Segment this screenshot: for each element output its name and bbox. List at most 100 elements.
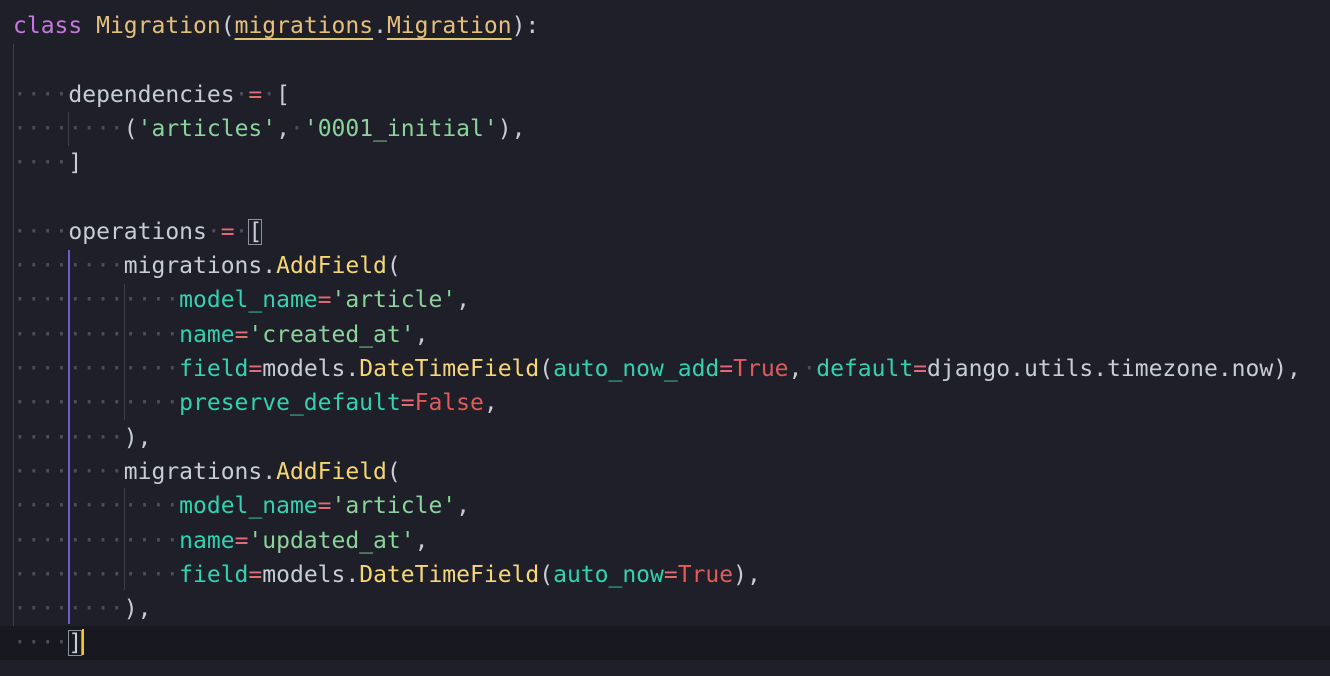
code-token: , xyxy=(456,493,470,520)
whitespace-marker: · xyxy=(289,115,304,142)
whitespace-marker: · xyxy=(234,81,249,108)
whitespace-marker: ···· xyxy=(13,218,69,245)
code-token: 'updated_at' xyxy=(248,527,415,554)
code-line[interactable]: ····operations·=·[ xyxy=(13,215,1330,249)
code-token: Migration xyxy=(96,13,221,39)
code-token: ( xyxy=(539,561,554,588)
whitespace-marker: ········ xyxy=(13,596,124,623)
code-token: 'articles' xyxy=(137,115,277,142)
code-token: ), xyxy=(733,561,761,588)
code-token: AddField xyxy=(276,253,387,280)
code-line[interactable]: ············name='updated_at', xyxy=(13,524,1330,558)
code-line[interactable]: ············model_name='article', xyxy=(13,489,1330,523)
whitespace-marker: · xyxy=(802,356,817,382)
code-token: ): xyxy=(511,13,540,39)
whitespace-marker: ············ xyxy=(13,561,180,588)
code-token: = xyxy=(317,493,332,520)
code-line[interactable]: ····] xyxy=(13,146,1330,180)
code-token: = xyxy=(400,390,415,417)
code-token: , xyxy=(788,356,803,382)
code-token: default xyxy=(816,356,914,382)
code-token: [ xyxy=(248,218,263,245)
code-line[interactable]: ············name='created_at', xyxy=(13,318,1330,352)
code-token: = xyxy=(248,81,263,108)
code-line[interactable]: ············model_name='article', xyxy=(13,283,1330,317)
code-token: = xyxy=(234,321,249,348)
code-token: ( xyxy=(386,458,401,485)
code-line[interactable]: ············preserve_default=False, xyxy=(13,386,1330,420)
code-token: 'created_at' xyxy=(248,321,415,348)
code-token: '0001_initial' xyxy=(303,115,498,142)
code-token: name xyxy=(179,527,235,554)
whitespace-marker: ···· xyxy=(13,150,69,177)
code-line[interactable]: ····] xyxy=(0,626,1330,661)
code-token: models. xyxy=(262,561,360,588)
code-token: field xyxy=(179,561,249,588)
whitespace-marker: ········ xyxy=(13,253,124,280)
whitespace-marker: · xyxy=(234,218,249,245)
code-token: [ xyxy=(276,81,290,108)
code-token: = xyxy=(663,561,678,588)
code-token: ( xyxy=(539,356,554,382)
whitespace-marker: ············ xyxy=(13,321,180,348)
code-token: model_name xyxy=(179,287,318,314)
code-token: . xyxy=(373,13,387,39)
code-token: operations xyxy=(68,218,207,245)
code-token: preserve_default xyxy=(179,390,401,417)
code-token: migrations. xyxy=(123,253,277,280)
code-token: False xyxy=(414,390,484,417)
code-token: name xyxy=(179,321,235,348)
code-token: = xyxy=(248,356,263,382)
whitespace-marker: ···· xyxy=(13,81,69,108)
code-token: ), xyxy=(123,596,152,623)
code-token: , xyxy=(456,287,470,314)
code-token: migrations xyxy=(234,13,374,39)
code-line[interactable]: ····dependencies·=·[ xyxy=(13,78,1330,112)
code-token: ] xyxy=(68,630,83,657)
code-token: ( xyxy=(386,253,401,280)
code-token: ), xyxy=(123,424,152,451)
whitespace-marker: ············ xyxy=(13,527,180,554)
code-token: DateTimeField xyxy=(359,356,540,382)
code-token: AddField xyxy=(276,458,387,485)
code-token: = xyxy=(248,561,263,588)
code-token: django.utils.timezone.now), xyxy=(927,356,1301,382)
text-caret xyxy=(82,629,85,656)
code-line[interactable] xyxy=(13,181,1330,215)
code-token: = xyxy=(719,356,734,382)
code-editor[interactable]: class Migration(migrations.Migration): ··… xyxy=(0,0,1330,676)
code-token: class xyxy=(13,13,83,39)
code-token: , xyxy=(414,321,429,348)
whitespace-marker: ············ xyxy=(13,493,180,520)
whitespace-marker: ········ xyxy=(13,458,124,485)
code-token: DateTimeField xyxy=(359,561,540,588)
code-line[interactable]: ········), xyxy=(13,421,1330,455)
code-token: ] xyxy=(68,150,83,177)
code-token: = xyxy=(220,218,235,245)
code-token: migrations. xyxy=(123,458,277,485)
code-token: , xyxy=(414,527,429,554)
code-token: True xyxy=(733,356,789,382)
code-line[interactable]: ············field=models.DateTimeField(a… xyxy=(13,558,1330,592)
code-token: , xyxy=(483,390,498,417)
whitespace-marker: ········ xyxy=(13,424,124,451)
code-token: ( xyxy=(123,115,138,142)
code-token: model_name xyxy=(179,493,318,520)
whitespace-marker: ············ xyxy=(13,390,180,417)
code-token: ( xyxy=(220,13,235,39)
code-line[interactable]: ············field=models.DateTimeField(a… xyxy=(13,352,1330,386)
code-line[interactable]: ········), xyxy=(13,592,1330,626)
whitespace-marker: · xyxy=(206,218,221,245)
code-line[interactable]: class Migration(migrations.Migration): xyxy=(13,9,1330,43)
code-line[interactable]: ········migrations.AddField( xyxy=(13,455,1330,489)
code-token: field xyxy=(179,356,249,382)
code-line[interactable]: ········migrations.AddField( xyxy=(13,249,1330,283)
whitespace-marker: · xyxy=(262,81,277,108)
code-token: 'article' xyxy=(331,287,457,314)
code-token: = xyxy=(234,527,249,554)
code-token: Migration xyxy=(386,13,512,39)
code-line[interactable] xyxy=(13,43,1330,77)
code-token: dependencies xyxy=(68,81,235,108)
code-line[interactable]: ········('articles',·'0001_initial'), xyxy=(13,112,1330,146)
code-token: , xyxy=(276,115,290,142)
